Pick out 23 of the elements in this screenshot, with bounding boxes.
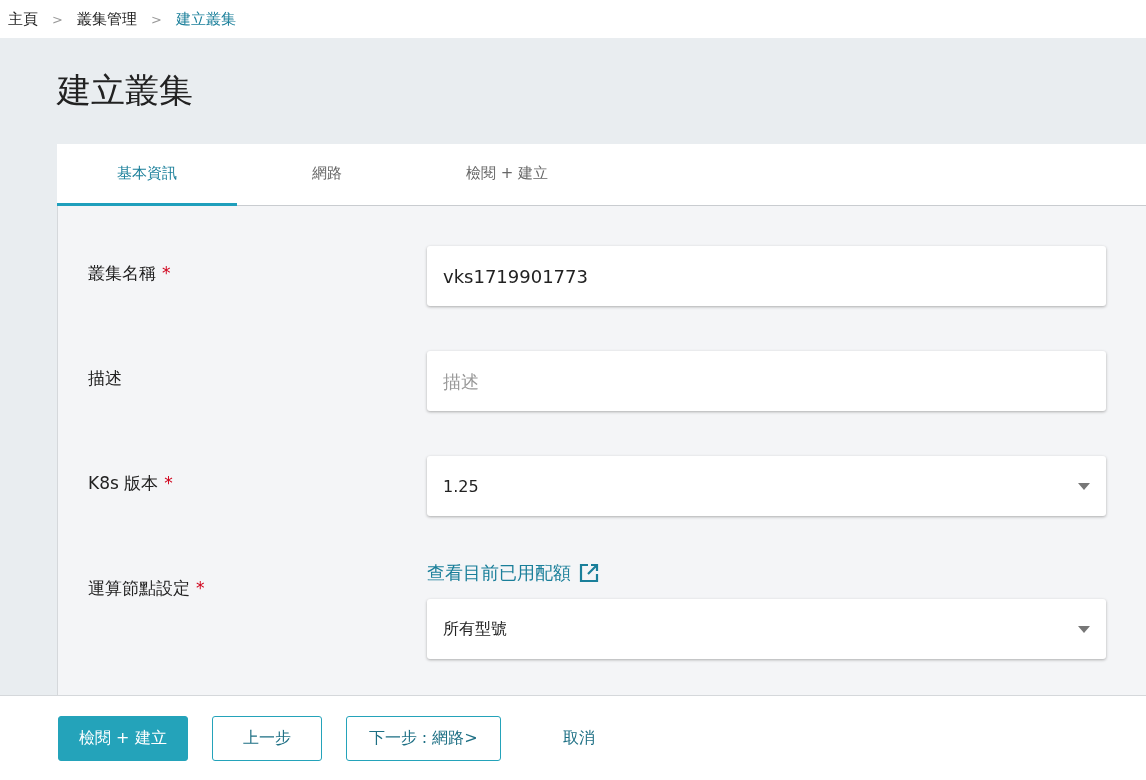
tab[interactable]: 網路 (237, 144, 417, 206)
tab[interactable]: 檢閱 + 建立 (417, 144, 597, 206)
input-field[interactable]: vks1719901773 (427, 246, 1106, 306)
caret-icon (1078, 625, 1090, 633)
page-title: 建立叢集 (57, 69, 193, 112)
field-label: 叢集名稱 * (88, 262, 172, 285)
external-link-icon (579, 563, 599, 583)
breadcrumb-separator: > (150, 11, 162, 27)
dropdown-field[interactable]: 所有型號 (427, 599, 1106, 659)
input-field[interactable]: 描述 (427, 351, 1106, 411)
caret-icon (1078, 482, 1090, 490)
quota-link[interactable]: 查看目前已用配額 (427, 561, 599, 585)
breadcrumb-item[interactable]: 主頁 (8, 9, 38, 29)
field-label: 描述 (88, 367, 123, 390)
cancel-button[interactable]: 取消 (524, 715, 633, 761)
breadcrumb-item[interactable]: 建立叢集 (175, 9, 236, 29)
breadcrumb-item[interactable]: 叢集管理 (76, 9, 137, 29)
field-label: 運算節點設定 * (88, 577, 206, 600)
field-label: K8s 版本 * (88, 472, 174, 495)
next-button[interactable]: 下一步 : 網路> (345, 715, 501, 761)
previous-button[interactable]: 上一步 (211, 715, 322, 761)
dropdown-field[interactable]: 1.25 (427, 456, 1106, 516)
breadcrumb-separator: > (52, 11, 63, 27)
